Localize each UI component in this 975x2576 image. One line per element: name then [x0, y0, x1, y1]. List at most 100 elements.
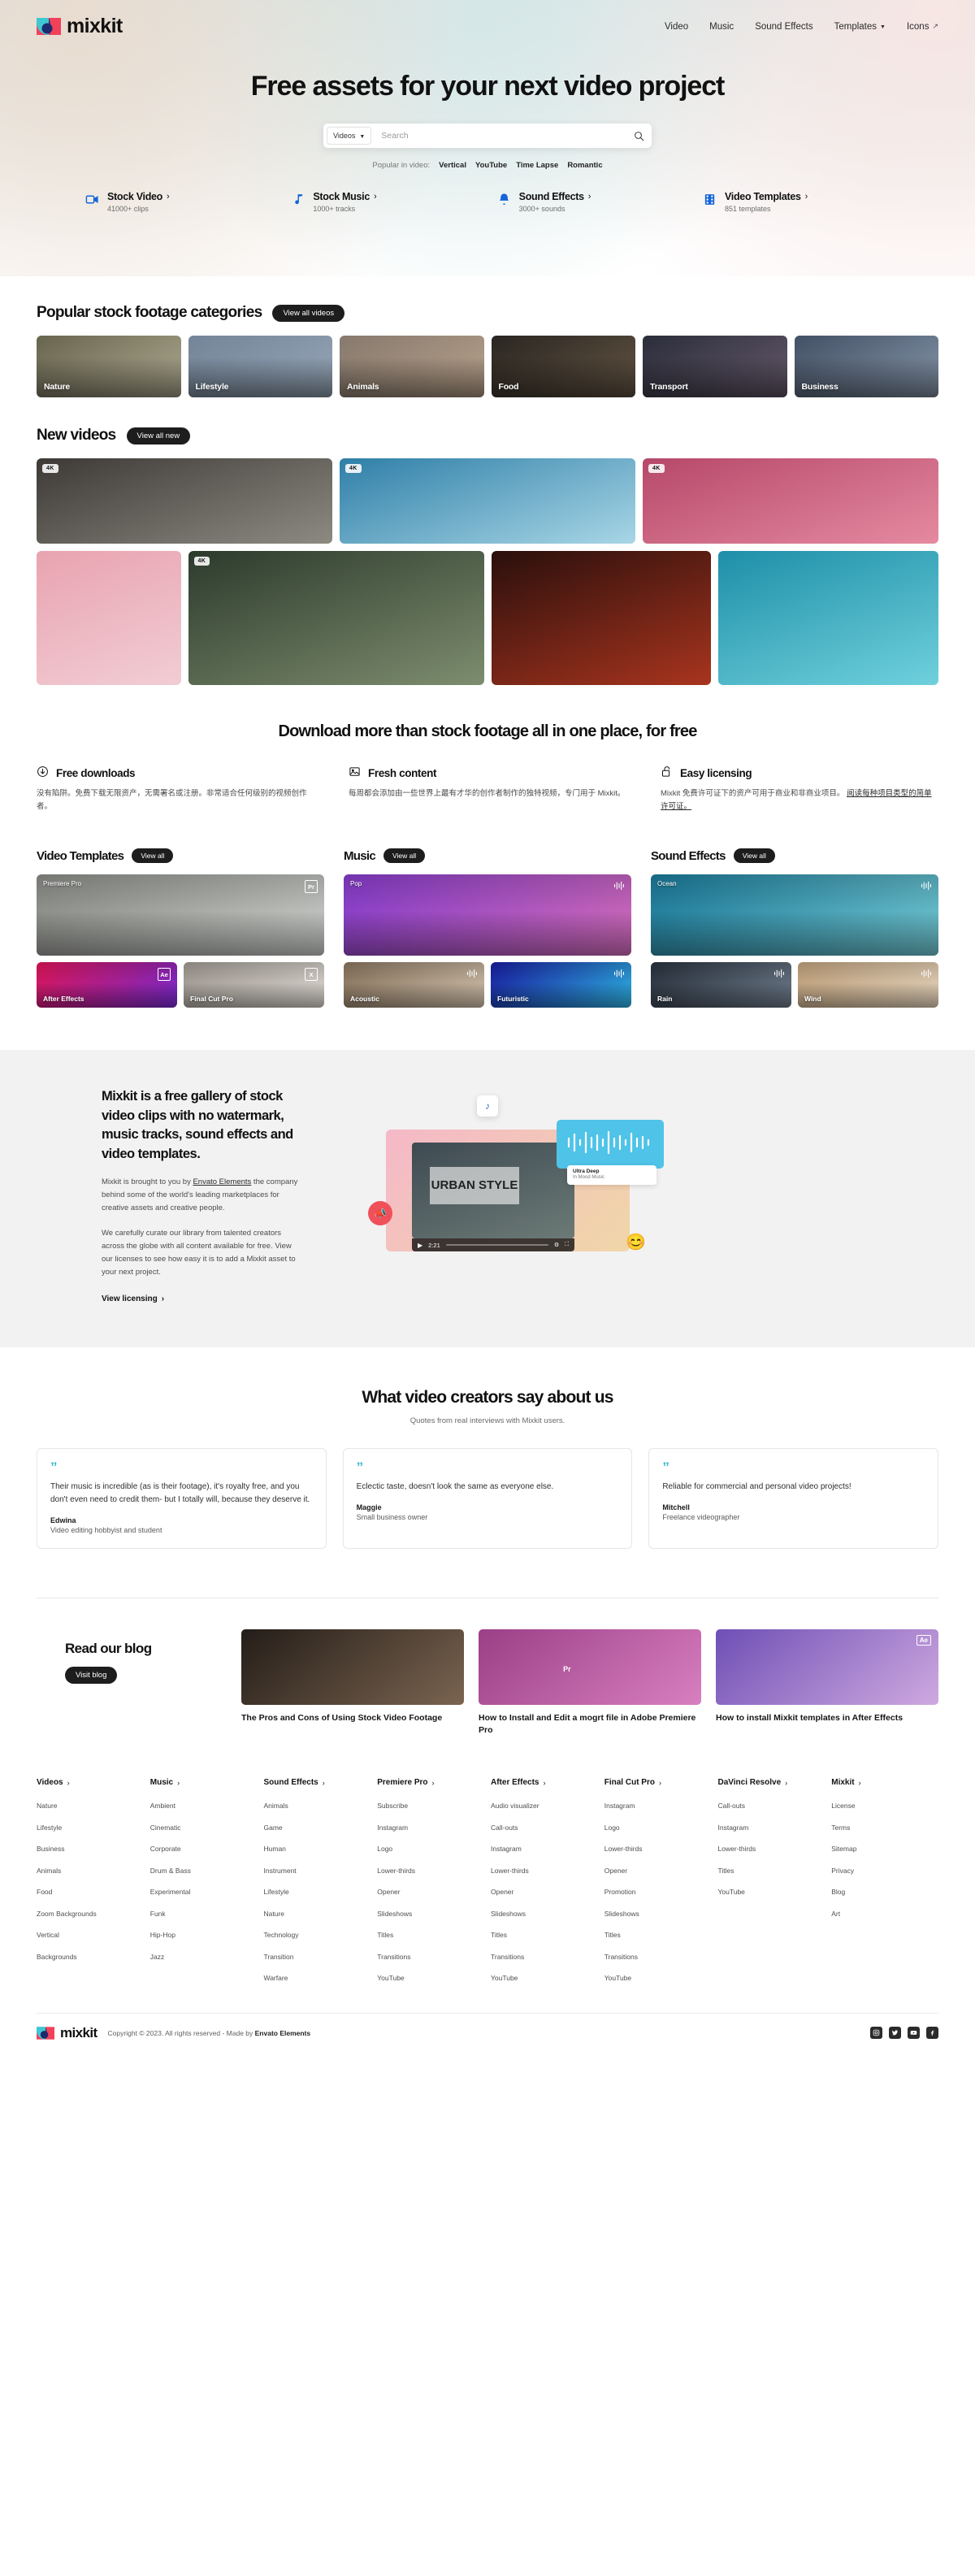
footer-link[interactable]: Zoom Backgrounds [37, 1910, 97, 1918]
footer-logo[interactable]: mixkit [37, 2025, 98, 2041]
footer-link[interactable]: Titles [491, 1931, 507, 1939]
popular-tag-vertical[interactable]: Vertical [439, 161, 466, 170]
sfx-hero-card[interactable]: Ocean [651, 874, 938, 956]
envato-elements-link[interactable]: Envato Elements [193, 1177, 251, 1186]
footer-link[interactable]: Nature [264, 1910, 285, 1918]
footer-link[interactable]: Lifestyle [37, 1824, 62, 1832]
nav-item-music[interactable]: Music [709, 22, 734, 32]
footer-link[interactable]: Call-outs [491, 1824, 518, 1832]
twitter-icon[interactable] [889, 2027, 901, 2040]
video-card[interactable]: 4K [340, 458, 635, 544]
footer-link[interactable]: YouTube [604, 1974, 631, 1982]
settings-icon[interactable]: ⚙ [554, 1242, 559, 1248]
footer-column-title[interactable]: DaVinci Resolve › [718, 1778, 826, 1787]
footer-link[interactable]: Instagram [604, 1802, 635, 1810]
video-card[interactable] [718, 551, 938, 685]
blog-post[interactable]: Pr How to Install and Edit a mogrt file … [479, 1628, 701, 1737]
view-all-templates-button[interactable]: View all [132, 848, 174, 864]
sfx-card-wind[interactable]: Wind [798, 962, 938, 1008]
youtube-icon[interactable] [908, 2027, 920, 2040]
footer-column-title[interactable]: Music › [150, 1778, 258, 1787]
footer-link[interactable]: Titles [604, 1931, 621, 1939]
footer-link[interactable]: Lifestyle [264, 1888, 289, 1896]
footer-column-title[interactable]: Sound Effects › [264, 1778, 371, 1787]
video-card[interactable]: 4K [188, 551, 484, 685]
footer-link[interactable]: YouTube [491, 1974, 518, 1982]
footer-link[interactable]: Slideshows [491, 1910, 526, 1918]
fullscreen-icon[interactable]: ⛶ [565, 1242, 569, 1248]
blog-thumbnail[interactable]: Pr [479, 1628, 701, 1705]
footer-column-title[interactable]: Videos › [37, 1778, 144, 1787]
template-card-final-cut-pro[interactable]: X Final Cut Pro [184, 962, 324, 1008]
music-card-futuristic[interactable]: Futuristic [491, 962, 631, 1008]
nav-item-icons[interactable]: Icons ↗ [907, 22, 938, 32]
footer-link[interactable]: Hip-Hop [150, 1931, 176, 1939]
footer-link[interactable]: Lower-thirds [491, 1867, 529, 1875]
footer-link[interactable]: Terms [831, 1824, 850, 1832]
search-icon[interactable] [629, 131, 648, 141]
footer-link[interactable]: Audio visualizer [491, 1802, 540, 1810]
view-all-videos-button[interactable]: View all videos [272, 304, 345, 322]
footer-link[interactable]: Instagram [491, 1845, 522, 1853]
footer-link[interactable]: Lower-thirds [604, 1845, 643, 1853]
view-all-sound-effects-button[interactable]: View all [733, 848, 775, 864]
template-hero-card[interactable]: Premiere Pro Pr [37, 874, 324, 956]
shortcut-sound-effects[interactable]: Sound Effects › 3000+ sounds [497, 191, 684, 213]
footer-link[interactable]: Transitions [491, 1953, 524, 1961]
footer-link[interactable]: Drum & Bass [150, 1867, 191, 1875]
footer-link[interactable]: Food [37, 1888, 52, 1896]
footer-link[interactable]: Logo [377, 1845, 392, 1853]
video-card[interactable]: 4K [37, 458, 332, 544]
footer-link[interactable]: Experimental [150, 1888, 191, 1896]
footer-link[interactable]: YouTube [718, 1888, 745, 1896]
music-card-acoustic[interactable]: Acoustic [344, 962, 484, 1008]
footer-link[interactable]: Slideshows [377, 1910, 412, 1918]
footer-link[interactable]: Call-outs [718, 1802, 746, 1810]
facebook-icon[interactable] [926, 2027, 938, 2040]
footer-link[interactable]: Opener [491, 1888, 514, 1896]
footer-link[interactable]: Jazz [150, 1953, 164, 1961]
blog-post[interactable]: The Pros and Cons of Using Stock Video F… [241, 1628, 464, 1737]
category-tile-transport[interactable]: Transport [643, 336, 787, 397]
footer-link[interactable]: Privacy [831, 1867, 854, 1875]
nav-item-video[interactable]: Video [665, 22, 688, 32]
footer-link[interactable]: Vertical [37, 1931, 59, 1939]
popular-tag-youtube[interactable]: YouTube [475, 161, 507, 170]
footer-link[interactable]: Nature [37, 1802, 58, 1810]
mixkit-logo[interactable]: mixkit [37, 15, 123, 38]
footer-link[interactable]: Art [831, 1910, 840, 1918]
footer-link[interactable]: Cinematic [150, 1824, 181, 1832]
footer-link[interactable]: Backgrounds [37, 1953, 77, 1961]
footer-column-title[interactable]: After Effects › [491, 1778, 598, 1787]
blog-thumbnail[interactable]: Ae [716, 1628, 938, 1705]
sfx-card-rain[interactable]: Rain [651, 962, 791, 1008]
blog-thumbnail[interactable] [241, 1628, 464, 1705]
video-card[interactable]: 4K [643, 458, 938, 544]
footer-link[interactable]: Lower-thirds [718, 1845, 756, 1853]
view-all-music-button[interactable]: View all [384, 848, 426, 864]
category-tile-animals[interactable]: Animals [340, 336, 484, 397]
footer-link[interactable]: Transitions [604, 1953, 638, 1961]
video-card[interactable] [37, 551, 181, 685]
category-tile-business[interactable]: Business [794, 336, 938, 397]
footer-link[interactable]: Instrument [264, 1867, 297, 1875]
footer-link[interactable]: Ambient [150, 1802, 176, 1810]
popular-tag-romantic[interactable]: Romantic [567, 161, 602, 170]
footer-link[interactable]: Slideshows [604, 1910, 639, 1918]
footer-link[interactable]: Opener [377, 1888, 400, 1896]
instagram-icon[interactable] [870, 2027, 882, 2040]
category-tile-food[interactable]: Food [491, 336, 635, 397]
footer-link[interactable]: Titles [718, 1867, 734, 1875]
music-hero-card[interactable]: Pop [344, 874, 631, 956]
visit-blog-button[interactable]: Visit blog [65, 1666, 118, 1684]
video-player-controls[interactable]: ▶ 2:21 ⚙ ⛶ [412, 1238, 574, 1252]
footer-link[interactable]: Human [264, 1845, 286, 1853]
footer-link[interactable]: Subscribe [377, 1802, 408, 1810]
blog-post[interactable]: Ae How to install Mixkit templates in Af… [716, 1628, 938, 1737]
view-all-new-button[interactable]: View all new [126, 427, 191, 445]
footer-link[interactable]: Instagram [718, 1824, 749, 1832]
footer-link[interactable]: Instagram [377, 1824, 408, 1832]
footer-column-title[interactable]: Final Cut Pro › [604, 1778, 712, 1787]
footer-link[interactable]: Technology [264, 1931, 299, 1939]
shortcut-stock-video[interactable]: Stock Video › 41000+ clips [85, 191, 272, 213]
